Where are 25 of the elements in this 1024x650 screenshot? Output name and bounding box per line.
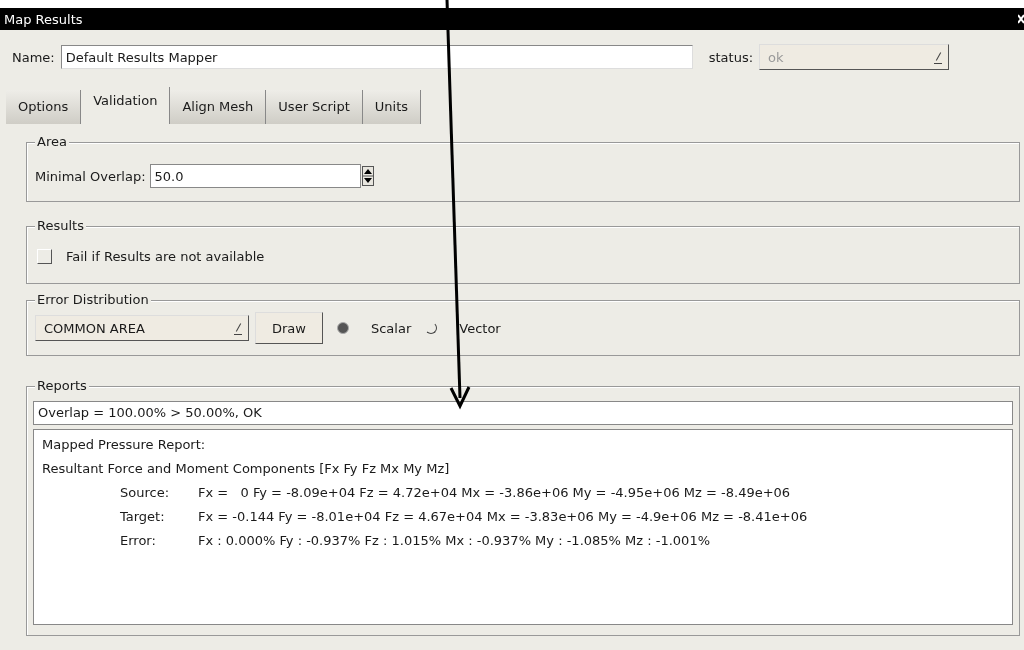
report-values: Fx = 0 Fy = -8.09e+04 Fz = 4.72e+04 Mx = -3.86e+06 My = -4.95e+06 Mz = -8.49e+06 bbox=[198, 484, 791, 502]
overlap-field[interactable]: 50.0 bbox=[149, 164, 361, 188]
report-text: Mapped Pressure Report: bbox=[42, 436, 207, 454]
summary-field: Overlap = 100.00% > 50.00%, OK bbox=[33, 401, 1013, 425]
status-label: status: bbox=[708, 49, 754, 65]
draw-button[interactable]: Draw bbox=[255, 312, 323, 344]
distribution-dropdown[interactable]: COMMON AREA bbox=[35, 315, 249, 341]
report-values: Fx = -0.144 Fy = -8.01e+04 Fz = 4.67e+04 Mx = -3.83e+06 My = -4.9e+06 Mz = -8.41e+06 bbox=[198, 508, 808, 526]
tab[interactable]: Units bbox=[362, 90, 422, 124]
report-values: Fx : 0.000% Fy : -0.937% Fz : 1.015% Mx : -0.937% My : -1.085% Mz : -1.001% bbox=[198, 532, 710, 550]
tab[interactable]: Align Mesh bbox=[170, 90, 267, 124]
name-field[interactable]: Default Results Mapper bbox=[60, 45, 693, 69]
report-text: Resultant Force and Moment Components [Fx Fy Fz Mx My Mz] bbox=[42, 460, 451, 478]
window-title: Map Results bbox=[4, 11, 83, 27]
tab[interactable]: User Script bbox=[266, 90, 363, 124]
checkbox-label: Fail if Results are not available bbox=[66, 248, 265, 264]
group-title: Reports bbox=[35, 378, 89, 394]
name-label: Name: bbox=[12, 49, 55, 65]
tab[interactable]: Options bbox=[6, 90, 82, 124]
report-label: Error: bbox=[120, 532, 157, 550]
radio-label: Scalar bbox=[370, 320, 412, 336]
overlap-label: Minimal Overlap: bbox=[35, 168, 146, 184]
report-label: Target: bbox=[120, 508, 166, 526]
report-label: Source: bbox=[120, 484, 171, 502]
radio-label: Vector bbox=[459, 320, 501, 336]
